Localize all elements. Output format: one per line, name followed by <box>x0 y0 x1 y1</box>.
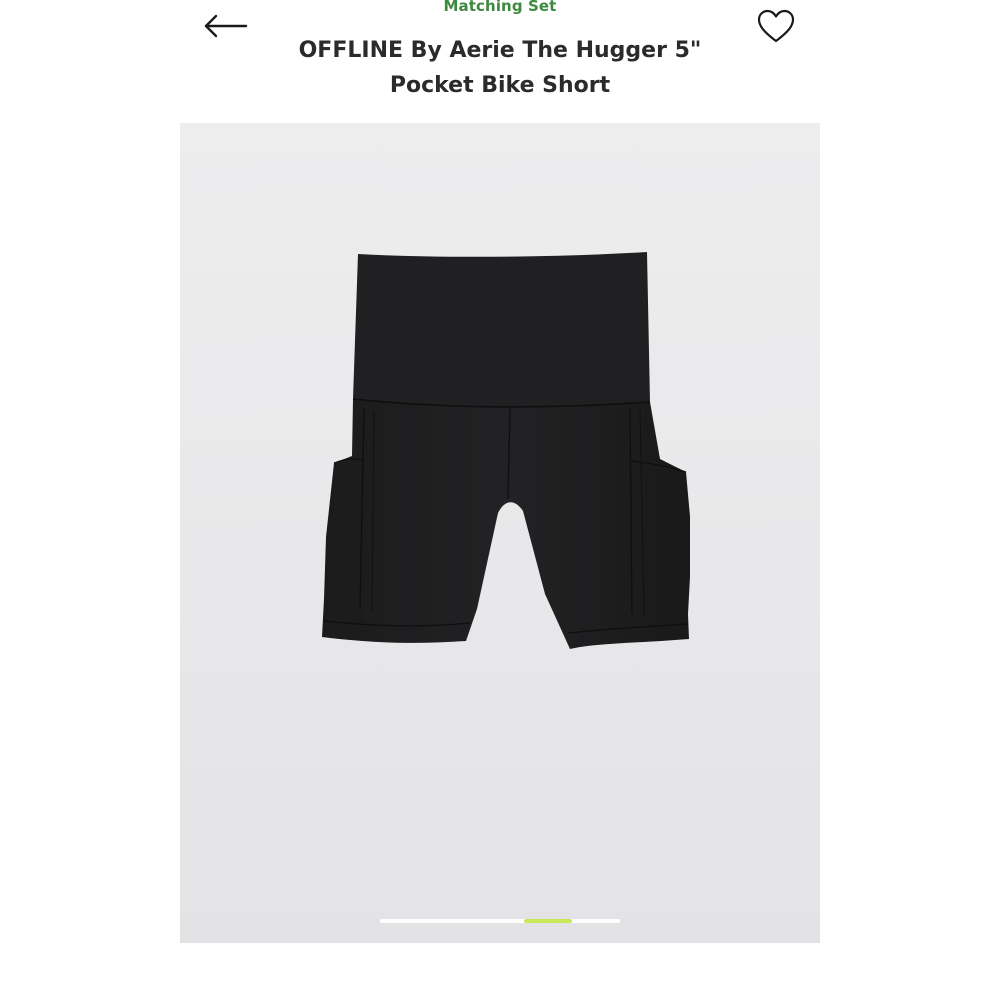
product-screen: Matching Set OFFLINE By Aerie The Hugger… <box>180 0 820 1000</box>
favorite-button[interactable] <box>756 8 796 46</box>
matching-set-label[interactable]: Matching Set <box>180 0 820 15</box>
product-header: Matching Set OFFLINE By Aerie The Hugger… <box>180 0 820 123</box>
bike-short-image <box>322 252 690 649</box>
heart-outline-icon <box>757 9 795 43</box>
footer-strip <box>180 943 820 1000</box>
page: Matching Set OFFLINE By Aerie The Hugger… <box>0 0 1000 1000</box>
product-title: OFFLINE By Aerie The Hugger 5" Pocket Bi… <box>298 38 702 98</box>
gallery-pagination-active <box>524 919 572 923</box>
product-image-gallery[interactable] <box>180 123 820 943</box>
gallery-pagination[interactable] <box>380 919 620 923</box>
